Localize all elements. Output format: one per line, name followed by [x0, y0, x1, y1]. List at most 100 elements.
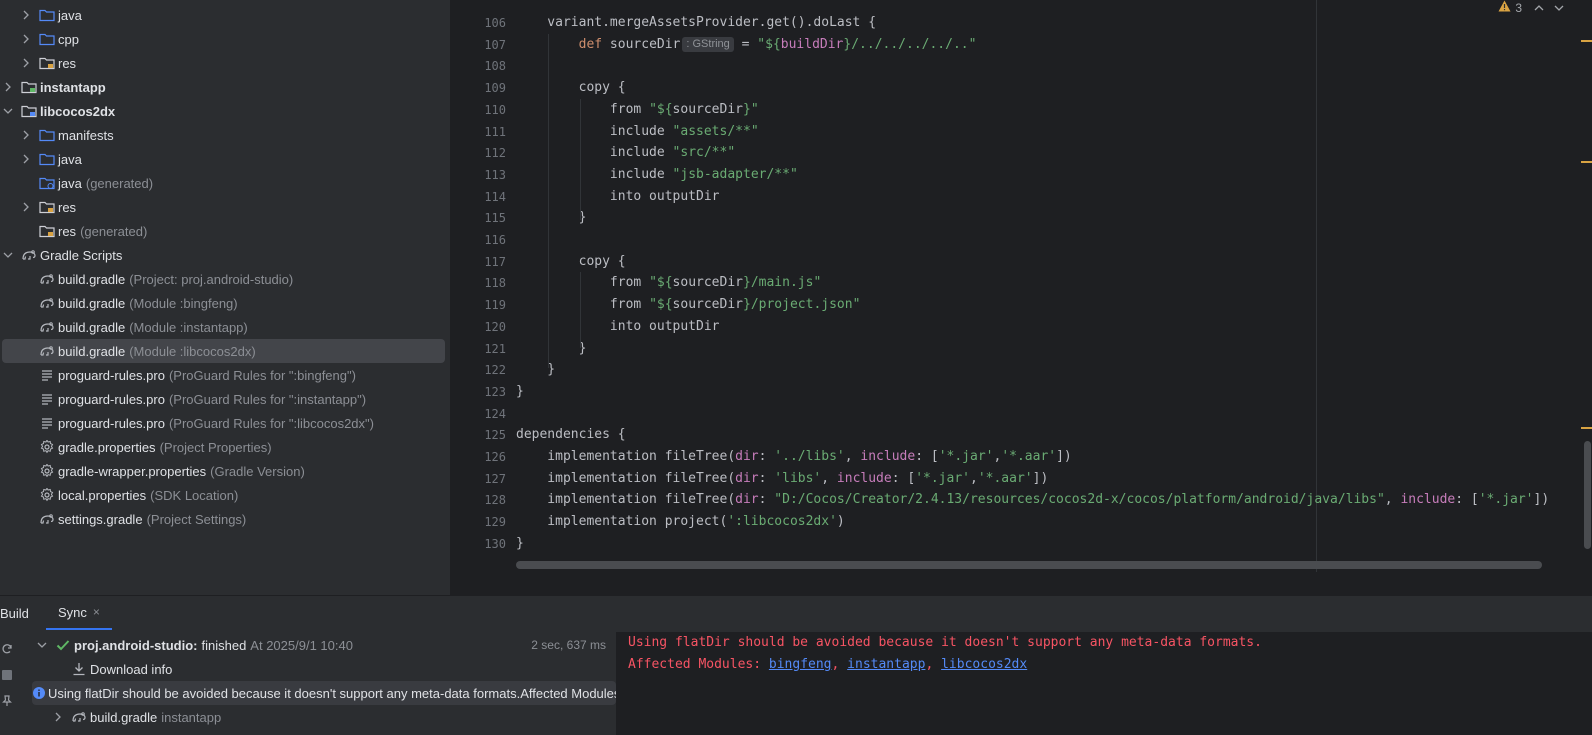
chevron-right-icon[interactable]: [2, 81, 14, 93]
build-node[interactable]: proj.android-studio: finished At 2025/9/1 …: [20, 633, 616, 657]
chevron-right-icon[interactable]: [20, 201, 32, 213]
vertical-scrollbar[interactable]: [1584, 441, 1591, 549]
code-line[interactable]: variant.mergeAssetsProvider.get().doLast…: [516, 12, 876, 34]
project-tree: java cpp res instantapp libcocos2dx manifests…: [0, 0, 451, 595]
code-line[interactable]: into outputDir: [516, 316, 720, 338]
tree-item-java[interactable]: java (generated): [0, 171, 450, 195]
chevron-right-icon[interactable]: [20, 153, 32, 165]
code-token: '*.jar': [938, 449, 994, 464]
chevron-right-icon[interactable]: [20, 9, 32, 21]
code-line[interactable]: }: [516, 207, 587, 229]
line-number: 109: [484, 81, 506, 96]
build-duration: 2 sec, 637 ms: [531, 638, 606, 652]
code-token: implementation fileTree(: [516, 492, 736, 508]
code-line[interactable]: include "assets/**": [516, 121, 759, 143]
code-editor[interactable]: 106 107 108 109 110 111 112 113 114 115 116 117 118 1…: [452, 0, 1592, 595]
code-line[interactable]: implementation project(':libcocos2dx'): [516, 511, 844, 533]
horizontal-scrollbar[interactable]: [516, 561, 1542, 569]
code-line[interactable]: copy {: [516, 77, 626, 99]
code-line[interactable]: from "${sourceDir}/project.json": [516, 294, 861, 316]
code-line[interactable]: copy {: [516, 251, 626, 273]
tree-item-hint: (generated): [80, 223, 148, 239]
tree-item-settings-gradle[interactable]: settings.gradle (Project Settings): [0, 507, 450, 531]
chevron-down-icon[interactable]: [36, 639, 48, 651]
build-node[interactable]: build.gradle instantapp: [20, 705, 616, 729]
module-link-bingfeng[interactable]: bingfeng: [769, 657, 832, 672]
module-separator: ,: [925, 657, 942, 672]
code-line[interactable]: implementation fileTree(dir: 'libs', inc…: [516, 468, 1048, 490]
code-line[interactable]: def sourceDir: GString = "${buildDir}/..…: [516, 34, 976, 56]
tree-item-proguard-rules-pro[interactable]: proguard-rules.pro (ProGuard Rules for ":…: [0, 411, 450, 435]
code-line[interactable]: }: [516, 359, 555, 381]
tree-item-manifests[interactable]: manifests: [0, 123, 450, 147]
gradle-icon: [38, 511, 56, 527]
build-node[interactable]: Download info: [20, 657, 616, 681]
code-line[interactable]: }: [516, 381, 524, 403]
chevron-up-icon[interactable]: [1534, 1, 1544, 15]
code-line[interactable]: implementation fileTree(dir: '../libs', …: [516, 446, 1071, 468]
code-line[interactable]: into outputDir: [516, 186, 720, 208]
build-node[interactable]: Using flatDir should be avoided because …: [32, 681, 616, 705]
code-token: '*.jar': [915, 470, 970, 486]
tree-item-build-gradle[interactable]: build.gradle (Module :instantapp): [0, 315, 450, 339]
tree-item-gradle-wrapper-properties[interactable]: gradle-wrapper.properties (Gradle Version…: [0, 459, 450, 483]
tree-item-build-gradle[interactable]: build.gradle (Project: proj.android-studi…: [0, 267, 450, 291]
tree-item-java[interactable]: java: [0, 3, 450, 27]
line-number: 112: [484, 146, 506, 161]
code-token: }: [516, 340, 587, 356]
chevron-down-icon[interactable]: [2, 249, 14, 261]
chevron-down-icon[interactable]: [2, 105, 14, 117]
line-number: 123: [484, 384, 506, 399]
pin-icon[interactable]: [0, 694, 14, 708]
tree-item-instantapp[interactable]: instantapp: [0, 75, 450, 99]
code-token: :: [758, 470, 775, 486]
module-link-libcocos2dx[interactable]: libcocos2dx: [941, 657, 1027, 672]
tree-item-build-gradle[interactable]: build.gradle (Module :libcocos2dx): [2, 339, 445, 363]
code-area[interactable]: variant.mergeAssetsProvider.get().doLast…: [516, 0, 1586, 572]
stop-icon[interactable]: [0, 668, 14, 682]
code-line[interactable]: dependencies {: [516, 424, 626, 446]
tree-item-res[interactable]: res (generated): [0, 219, 450, 243]
build-node-label: Download info: [90, 661, 173, 677]
gradle-icon: [38, 295, 56, 311]
warning-marker[interactable]: [1581, 427, 1592, 429]
chevron-right-icon[interactable]: [20, 57, 32, 69]
chevron-down-icon[interactable]: [1554, 1, 1564, 15]
tree-item-res[interactable]: res: [0, 51, 450, 75]
tree-item-build-gradle[interactable]: build.gradle (Module :bingfeng): [0, 291, 450, 315]
tree-item-libcocos2dx[interactable]: libcocos2dx: [0, 99, 450, 123]
tree-item-gradle-properties[interactable]: gradle.properties (Project Properties): [0, 435, 450, 459]
code-line[interactable]: include "jsb-adapter/**": [516, 164, 798, 186]
code-token: '*.jar': [1478, 492, 1534, 508]
tree-item-proguard-rules-pro[interactable]: proguard-rules.pro (ProGuard Rules for ":…: [0, 363, 450, 387]
inspection-widget[interactable]: 3: [1498, 0, 1564, 15]
close-icon[interactable]: ×: [93, 605, 100, 619]
tree-item-java[interactable]: java: [0, 147, 450, 171]
code-line[interactable]: from "${sourceDir}": [516, 99, 759, 121]
module-folder-icon: [20, 103, 38, 119]
build-console[interactable]: Using flatDir should be avoided because …: [616, 632, 1592, 735]
code-token: =: [733, 36, 758, 52]
module-link-instantapp[interactable]: instantapp: [847, 657, 925, 672]
chevron-right-icon[interactable]: [52, 711, 64, 723]
tree-item-res[interactable]: res: [0, 195, 450, 219]
chevron-right-icon[interactable]: [20, 129, 32, 141]
code-line[interactable]: implementation fileTree(dir: "D:/Cocos/C…: [516, 489, 1549, 511]
code-line[interactable]: from "${sourceDir}/main.js": [516, 272, 821, 294]
warning-marker[interactable]: [1581, 161, 1592, 163]
tree-item-cpp[interactable]: cpp: [0, 27, 450, 51]
tree-item-gradle-scripts[interactable]: Gradle Scripts: [0, 243, 450, 267]
code-line[interactable]: }: [516, 533, 524, 555]
tree-item-proguard-rules-pro[interactable]: proguard-rules.pro (ProGuard Rules for ":…: [0, 387, 450, 411]
code-token: "D:/Cocos/Creator/2.4.13/resources/cocos…: [774, 492, 1385, 508]
sync-icon[interactable]: [0, 642, 14, 656]
code-token: implementation project(: [516, 514, 728, 530]
tree-item-local-properties[interactable]: local.properties (SDK Location): [0, 483, 450, 507]
gradle-icon: [38, 343, 56, 359]
tab-sync[interactable]: Sync ×: [46, 596, 112, 630]
chevron-right-icon[interactable]: [20, 33, 32, 45]
code-line[interactable]: }: [516, 338, 587, 360]
warning-marker[interactable]: [1581, 40, 1592, 42]
